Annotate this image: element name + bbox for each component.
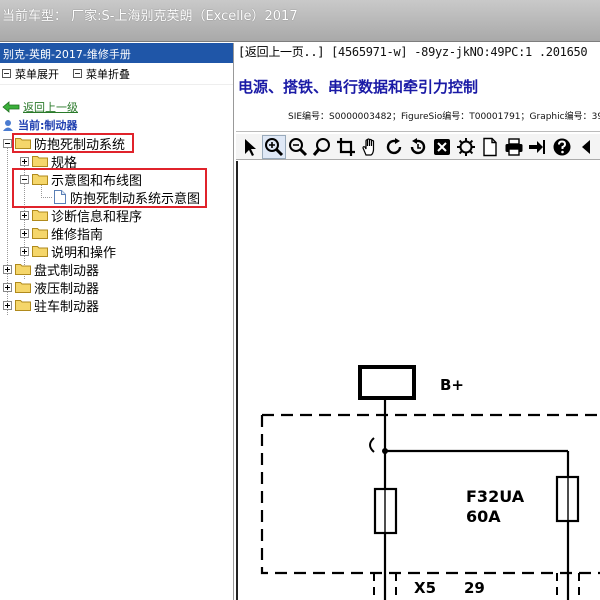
folder-icon (32, 246, 48, 257)
battery-terminal-symbol (358, 365, 416, 400)
collapse-toggle-icon[interactable] (3, 138, 12, 148)
zoom-in-icon[interactable] (262, 134, 286, 159)
tree-node-hydraulic-brakes[interactable]: 液压制动器 (3, 278, 99, 297)
current-user-icon (3, 120, 13, 131)
expand-toggle-icon[interactable] (20, 210, 29, 220)
rotate-icon[interactable] (382, 135, 406, 159)
fuse-label: F32UA (466, 487, 525, 506)
expand-toggle-icon[interactable] (20, 156, 29, 166)
vehicle-bar: 当前车型： 厂家:S-上海别克英朗（Excelle）2017 (0, 0, 600, 42)
document-meta: SIE编号：S0000003482；FigureSio编号：T00001791；… (288, 112, 600, 122)
crop-icon[interactable] (334, 135, 358, 159)
highlight-box-abs (12, 133, 134, 153)
back-page-link[interactable]: [返回上一页..] (238, 45, 325, 59)
folder-icon (15, 264, 31, 275)
tree-node-diagnostics[interactable]: 诊断信息和程序 (20, 206, 142, 225)
tree-controls: 菜单展开 菜单折叠 (0, 63, 233, 85)
tree-node-parking-brake[interactable]: 驻车制动器 (3, 296, 99, 315)
tree-node-description[interactable]: 说明和操作 (20, 242, 116, 261)
tree-node-disc-brakes[interactable]: 盘式制动器 (3, 260, 99, 279)
current-location: 当前:制动器 (2, 117, 77, 133)
zoom-out-icon[interactable] (286, 135, 310, 159)
document-path: [返回上一页..] [4565971-w] -89yz-jkNO:49PC:1 … (238, 43, 588, 60)
back-up-level-link[interactable]: 返回上一级 (2, 99, 78, 115)
viewer-toolbar (236, 134, 600, 160)
connector-label: X5 (414, 579, 436, 597)
folder-icon (32, 228, 48, 239)
schematic-diagram: B+ F32UA 60A X5 29 (260, 365, 600, 600)
document-id: [4565971-w] -89yz-jkNO:49PC:1 .201650 (324, 45, 588, 59)
connector-pin: 29 (464, 579, 485, 597)
expand-toggle-icon[interactable] (3, 300, 12, 310)
folder-icon (32, 156, 48, 167)
page-icon[interactable] (478, 135, 502, 159)
highlight-box-schematic (12, 168, 207, 208)
expand-toggle-icon[interactable] (20, 246, 29, 256)
pan-hand-icon[interactable] (358, 135, 382, 159)
fit-icon[interactable] (430, 135, 454, 159)
folder-icon (32, 210, 48, 221)
folder-icon (15, 300, 31, 311)
menu-expand-icon (2, 69, 11, 78)
menu-collapse-icon (73, 69, 82, 78)
prev-icon[interactable] (574, 135, 598, 159)
folder-icon (15, 282, 31, 293)
print-icon[interactable] (502, 135, 526, 159)
expand-toggle-icon[interactable] (3, 264, 12, 274)
back-arrow-icon (2, 101, 20, 113)
expand-toggle-icon[interactable] (20, 228, 29, 238)
document-viewer-panel: [返回上一页..] [4565971-w] -89yz-jkNO:49PC:1 … (236, 43, 600, 600)
rotate-reset-icon[interactable] (406, 135, 430, 159)
fuse-rating: 60A (466, 507, 501, 526)
select-arrow-icon[interactable] (238, 135, 262, 159)
manual-tree-panel: 别克-英朗-2017-维修手册 菜单展开 菜单折叠 返回上一级 当前:制动器 防… (0, 43, 234, 600)
help-icon[interactable] (550, 135, 574, 159)
document-title: 电源、搭铁、串行数据和牵引力控制 (238, 78, 479, 96)
collapse-all-button[interactable]: 菜单折叠 (73, 66, 130, 82)
expand-all-button[interactable]: 菜单展开 (2, 66, 59, 82)
manual-header: 别克-英朗-2017-维修手册 (0, 43, 233, 63)
expand-toggle-icon[interactable] (3, 282, 12, 292)
battery-label: B+ (440, 376, 464, 394)
schematic-canvas[interactable]: B+ F32UA 60A X5 29 (236, 161, 600, 600)
settings-icon[interactable] (454, 135, 478, 159)
zoom-search-icon[interactable] (310, 135, 334, 159)
tree-node-repair[interactable]: 维修指南 (20, 224, 103, 243)
export-icon[interactable] (526, 135, 550, 159)
vehicle-title: 当前车型： 厂家:S-上海别克英朗（Excelle）2017 (2, 9, 298, 24)
